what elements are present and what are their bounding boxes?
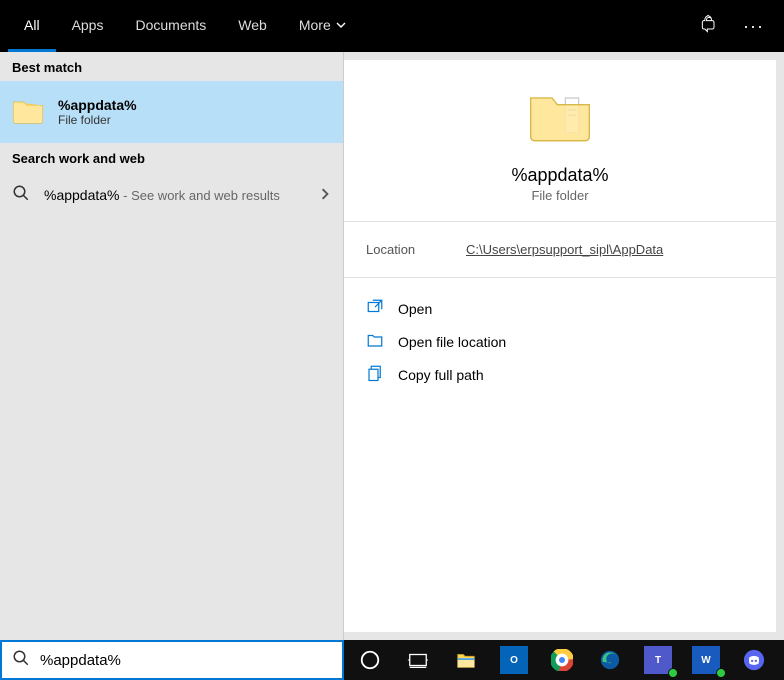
best-match-title: %appdata% xyxy=(58,97,137,113)
cortana-icon[interactable] xyxy=(352,644,388,676)
presence-badge-icon xyxy=(668,668,678,678)
best-match-label: Best match xyxy=(0,52,343,81)
folder-open-icon xyxy=(366,331,384,352)
open-label: Open xyxy=(398,301,432,317)
options-icon[interactable]: ··· xyxy=(743,16,764,37)
teams-icon[interactable]: T xyxy=(640,644,676,676)
tab-documents[interactable]: Documents xyxy=(119,0,222,52)
preview-panel: %appdata% File folder Location C:\Users\… xyxy=(344,60,776,632)
tab-more[interactable]: More xyxy=(283,0,362,52)
web-hint-text: - See work and web results xyxy=(120,188,280,203)
discord-icon[interactable] xyxy=(736,644,772,676)
task-view-icon[interactable] xyxy=(400,644,436,676)
open-file-location-action[interactable]: Open file location xyxy=(362,325,758,358)
work-web-label: Search work and web xyxy=(0,143,343,172)
search-input[interactable] xyxy=(40,652,332,669)
tab-apps[interactable]: Apps xyxy=(56,0,120,52)
chevron-down-icon xyxy=(336,17,346,33)
feedback-icon[interactable] xyxy=(699,14,719,39)
copy-full-path-label: Copy full path xyxy=(398,367,484,383)
web-result[interactable]: %appdata% - See work and web results xyxy=(0,172,343,219)
chrome-icon[interactable] xyxy=(544,644,580,676)
outlook-icon[interactable]: O xyxy=(496,644,532,676)
search-icon xyxy=(12,649,30,672)
word-icon[interactable]: W xyxy=(688,644,724,676)
folder-icon xyxy=(12,96,44,129)
copy-full-path-action[interactable]: Copy full path xyxy=(362,358,758,391)
location-label: Location xyxy=(366,242,466,257)
chevron-right-icon xyxy=(319,187,331,205)
copy-icon xyxy=(366,364,384,385)
folder-icon xyxy=(528,86,592,165)
file-explorer-icon[interactable] xyxy=(448,644,484,676)
location-path[interactable]: C:\Users\erpsupport_sipl\AppData xyxy=(466,242,663,257)
search-icon xyxy=(12,184,30,207)
preview-title: %appdata% xyxy=(511,165,608,186)
preview-subtitle: File folder xyxy=(531,188,588,203)
open-icon xyxy=(366,298,384,319)
web-query-text: %appdata% xyxy=(44,187,120,203)
search-filter-tabs: All Apps Documents Web More ··· xyxy=(0,0,784,52)
presence-badge-icon xyxy=(716,668,726,678)
tab-web[interactable]: Web xyxy=(222,0,283,52)
taskbar: O T W xyxy=(344,640,784,680)
best-match-result[interactable]: %appdata% File folder xyxy=(0,81,343,143)
open-action[interactable]: Open xyxy=(362,292,758,325)
tab-all[interactable]: All xyxy=(8,0,56,52)
open-file-location-label: Open file location xyxy=(398,334,506,350)
results-panel: Best match %appdata% File folder Search … xyxy=(0,52,344,640)
best-match-subtitle: File folder xyxy=(58,113,137,127)
search-box[interactable] xyxy=(0,640,344,680)
edge-icon[interactable] xyxy=(592,644,628,676)
